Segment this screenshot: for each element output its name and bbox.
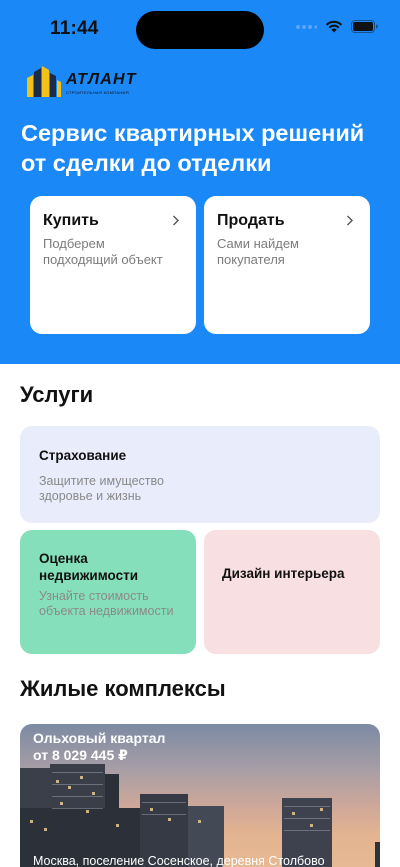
buy-card-title: Купить: [43, 212, 99, 229]
insurance-title: Страхование: [39, 448, 127, 463]
dynamic-island: [136, 11, 264, 49]
complex-card[interactable]: Ольховый квартал от 8 029 445 ₽ Москва, …: [20, 724, 380, 867]
chevron-right-icon: [173, 215, 179, 226]
complex-address: Москва, поселение Сосенское, деревня Сто…: [33, 854, 325, 867]
interior-design-card[interactable]: Дизайн интерьера: [204, 530, 380, 654]
status-time: 11:44: [50, 18, 99, 39]
complex-name: Ольховый квартал: [33, 730, 166, 746]
signal-dots-icon: [296, 24, 317, 29]
battery-icon: [351, 20, 378, 33]
complex-price: от 8 029 445 ₽: [33, 747, 128, 763]
chevron-right-icon: [347, 215, 353, 226]
insurance-card[interactable]: Страхование Защитите имущество здоровье …: [20, 426, 380, 523]
valuation-title: Оценка недвижимости: [39, 551, 138, 583]
sell-card-description: Сами найдем покупателя: [217, 236, 299, 267]
status-icons: [295, 20, 378, 33]
valuation-description: Узнайте стоимость объекта недвижимости: [39, 589, 174, 618]
brand-name: АТЛАНТ: [66, 71, 137, 88]
brand-logo: АТЛАНТ СТРОИТЕЛЬНАЯ КОМПАНИЯ: [25, 64, 137, 98]
services-title: Услуги: [20, 382, 94, 407]
logo-mark-icon: [27, 66, 61, 97]
status-bar: 11:44: [0, 0, 400, 60]
sell-card[interactable]: Продать Сами найдем покупателя: [204, 196, 370, 334]
valuation-card[interactable]: Оценка недвижимости Узнайте стоимость об…: [20, 530, 196, 654]
hero-title: Сервис квартирных решений от сделки до о…: [21, 120, 365, 176]
buy-card-description: Подберем подходящий объект: [43, 236, 163, 267]
interior-design-title: Дизайн интерьера: [222, 566, 345, 581]
insurance-description: Защитите имущество здоровье и жизнь: [39, 474, 164, 503]
complexes-title: Жилые комплексы: [20, 676, 226, 701]
buy-card[interactable]: Купить Подберем подходящий объект: [30, 196, 196, 334]
brand-tagline: СТРОИТЕЛЬНАЯ КОМПАНИЯ: [66, 90, 129, 95]
wifi-icon: [325, 20, 343, 33]
sell-card-title: Продать: [217, 212, 285, 229]
